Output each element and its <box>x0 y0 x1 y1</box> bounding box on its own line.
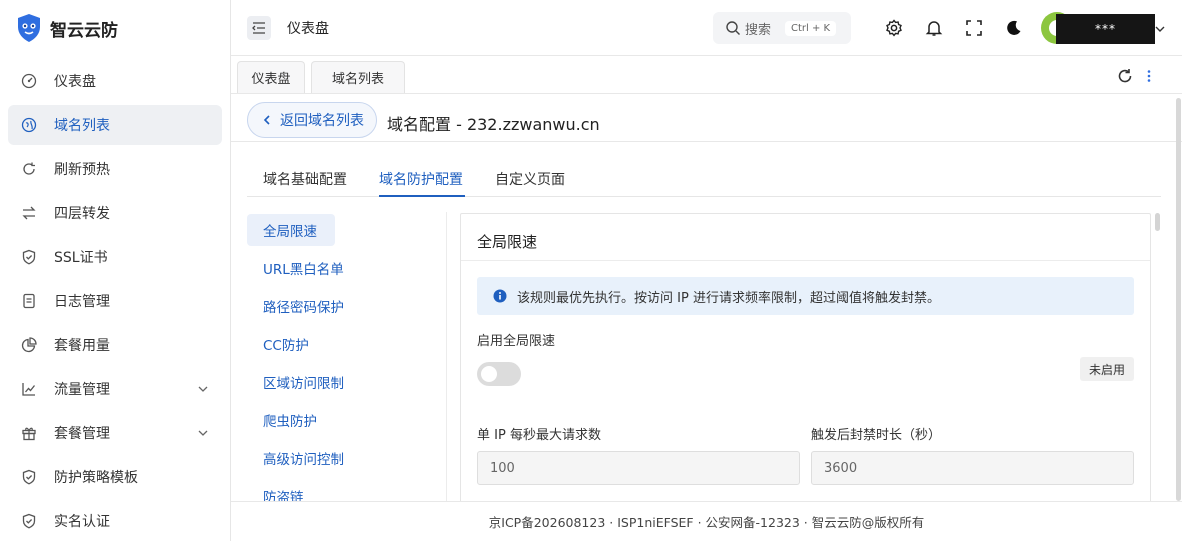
divider <box>231 141 1182 142</box>
sidebar: 智云云防 仪表盘 域名列表 刷新预热 四层转发 SSL证书 日志管理 套餐用量 … <box>0 0 231 541</box>
sidebar-item-policy-templates[interactable]: 防护策略模板 <box>8 457 222 497</box>
header-title: 仪表盘 <box>287 21 329 37</box>
sidebar-item-plans[interactable]: 套餐管理 <box>8 413 222 453</box>
sidebar-item-domain-list[interactable]: 域名列表 <box>8 105 222 145</box>
back-button-label: 返回域名列表 <box>280 113 364 129</box>
tab-custom-pages[interactable]: 自定义页面 <box>495 169 565 189</box>
tab-basic-config[interactable]: 域名基础配置 <box>263 169 347 189</box>
global-rate-limit-panel: 全局限速 该规则最优先执行。按访问 IP 进行请求频率限制，超过阈值将触发封禁。… <box>460 213 1151 501</box>
sidebar-item-verification[interactable]: 实名认证 <box>8 501 222 541</box>
sidebar-item-dashboard[interactable]: 仪表盘 <box>8 61 222 101</box>
info-alert: 该规则最优先执行。按访问 IP 进行请求频率限制，超过阈值将触发封禁。 <box>477 277 1134 315</box>
user-name[interactable]: *** <box>1056 14 1155 44</box>
ban-duration-label: 触发后封禁时长（秒） <box>811 428 942 443</box>
refresh-icon[interactable] <box>1117 68 1133 84</box>
toggle-knob <box>481 366 497 382</box>
sidebar-item-logs[interactable]: 日志管理 <box>8 281 222 321</box>
info-icon <box>493 289 507 303</box>
alert-text: 该规则最优先执行。按访问 IP 进行请求频率限制，超过阈值将触发封禁。 <box>517 290 940 306</box>
chevron-down-icon <box>198 386 208 392</box>
subnav-global-rate-limit[interactable]: 全局限速 <box>247 214 335 246</box>
tab-dashboard[interactable]: 仪表盘 <box>237 61 305 93</box>
brand-name: 智云云防 <box>50 20 118 41</box>
dark-mode-icon[interactable] <box>1004 18 1024 38</box>
line-chart-icon <box>20 380 38 398</box>
enable-toggle[interactable] <box>477 362 521 386</box>
pie-chart-icon <box>20 336 38 354</box>
sidebar-item-label: 实名认证 <box>54 514 110 530</box>
sidebar-item-label: 刷新预热 <box>54 162 110 178</box>
globe-icon <box>20 116 38 134</box>
main-content: 返回域名列表 域名配置 - 232.zzwanwu.cn 域名基础配置 域名防护… <box>231 94 1182 501</box>
shield-check-icon <box>20 248 38 266</box>
sidebar-item-label: 四层转发 <box>54 206 110 222</box>
sidebar-item-label: 仪表盘 <box>54 74 96 90</box>
max-requests-input[interactable]: 100 <box>477 451 800 485</box>
sidebar-item-label: SSL证书 <box>54 250 108 266</box>
ban-duration-input[interactable]: 3600 <box>811 451 1134 485</box>
shield-check-icon <box>20 512 38 530</box>
sidebar-item-label: 日志管理 <box>54 294 110 310</box>
panel-title: 全局限速 <box>477 233 538 251</box>
back-to-domain-list-button[interactable]: 返回域名列表 <box>247 102 377 138</box>
brand[interactable]: 智云云防 <box>0 0 230 56</box>
status-badge: 未启用 <box>1080 357 1134 381</box>
gift-icon <box>20 424 38 442</box>
bell-icon[interactable] <box>924 18 944 38</box>
footer: 京ICP备202608123 · ISP1niEFSEF · 公安网备-1232… <box>231 501 1182 541</box>
active-tab-indicator <box>379 195 465 197</box>
tab-protection-config[interactable]: 域名防护配置 <box>379 169 463 189</box>
subnav-cc-protection[interactable]: CC防护 <box>247 328 309 360</box>
sidebar-item-label: 流量管理 <box>54 382 110 398</box>
sidebar-item-ssl[interactable]: SSL证书 <box>8 237 222 277</box>
subnav-region-restriction[interactable]: 区域访问限制 <box>247 366 344 398</box>
more-vertical-icon[interactable] <box>1143 68 1155 84</box>
subnav-hotlink-protection[interactable]: 防盗链 <box>247 480 304 501</box>
panel-scrollbar[interactable] <box>1155 213 1160 231</box>
page-title: 域名配置 - 232.zzwanwu.cn <box>387 115 600 134</box>
search-box[interactable]: 搜索 Ctrl + K <box>713 12 851 44</box>
enable-label: 启用全局限速 <box>477 334 556 349</box>
subnav-crawler-protection[interactable]: 爬虫防护 <box>247 404 317 436</box>
transfer-icon <box>20 204 38 222</box>
max-requests-label: 单 IP 每秒最大请求数 <box>477 428 601 443</box>
shield-check-icon <box>20 468 38 486</box>
sidebar-item-refresh[interactable]: 刷新预热 <box>8 149 222 189</box>
sidebar-item-traffic[interactable]: 流量管理 <box>8 369 222 409</box>
document-icon <box>20 292 38 310</box>
sidebar-item-l4-forward[interactable]: 四层转发 <box>8 193 222 233</box>
divider <box>461 260 1150 261</box>
settings-icon[interactable] <box>884 18 904 38</box>
sidebar-item-label: 套餐用量 <box>54 338 110 354</box>
dashboard-icon <box>20 72 38 90</box>
subnav-path-password[interactable]: 路径密码保护 <box>247 290 344 322</box>
sidebar-item-label: 套餐管理 <box>54 426 110 442</box>
fullscreen-icon[interactable] <box>964 18 984 38</box>
subnav-url-blacklist[interactable]: URL黑白名单 <box>247 252 344 284</box>
sidebar-item-label: 防护策略模板 <box>54 470 138 486</box>
chevron-down-icon[interactable] <box>1153 22 1167 36</box>
menu-collapse-icon <box>252 22 265 34</box>
page-tab-bar: 仪表盘 域名列表 <box>231 56 1182 94</box>
shield-logo-icon <box>18 14 40 42</box>
search-shortcut: Ctrl + K <box>785 20 837 36</box>
refresh-icon <box>20 160 38 178</box>
page-scrollbar[interactable] <box>1176 98 1181 501</box>
chevron-down-icon <box>198 430 208 436</box>
sidebar-toggle-button[interactable] <box>247 16 271 40</box>
search-label: 搜索 <box>745 22 772 38</box>
chevron-left-icon <box>263 115 270 125</box>
subnav-advanced-access[interactable]: 高级访问控制 <box>247 442 344 474</box>
sidebar-item-label: 域名列表 <box>54 118 110 134</box>
tab-domain-list[interactable]: 域名列表 <box>311 61 405 93</box>
subnav-divider <box>446 212 447 501</box>
search-icon <box>726 21 740 35</box>
sidebar-item-usage[interactable]: 套餐用量 <box>8 325 222 365</box>
top-header: 仪表盘 搜索 Ctrl + K *** <box>231 0 1182 56</box>
